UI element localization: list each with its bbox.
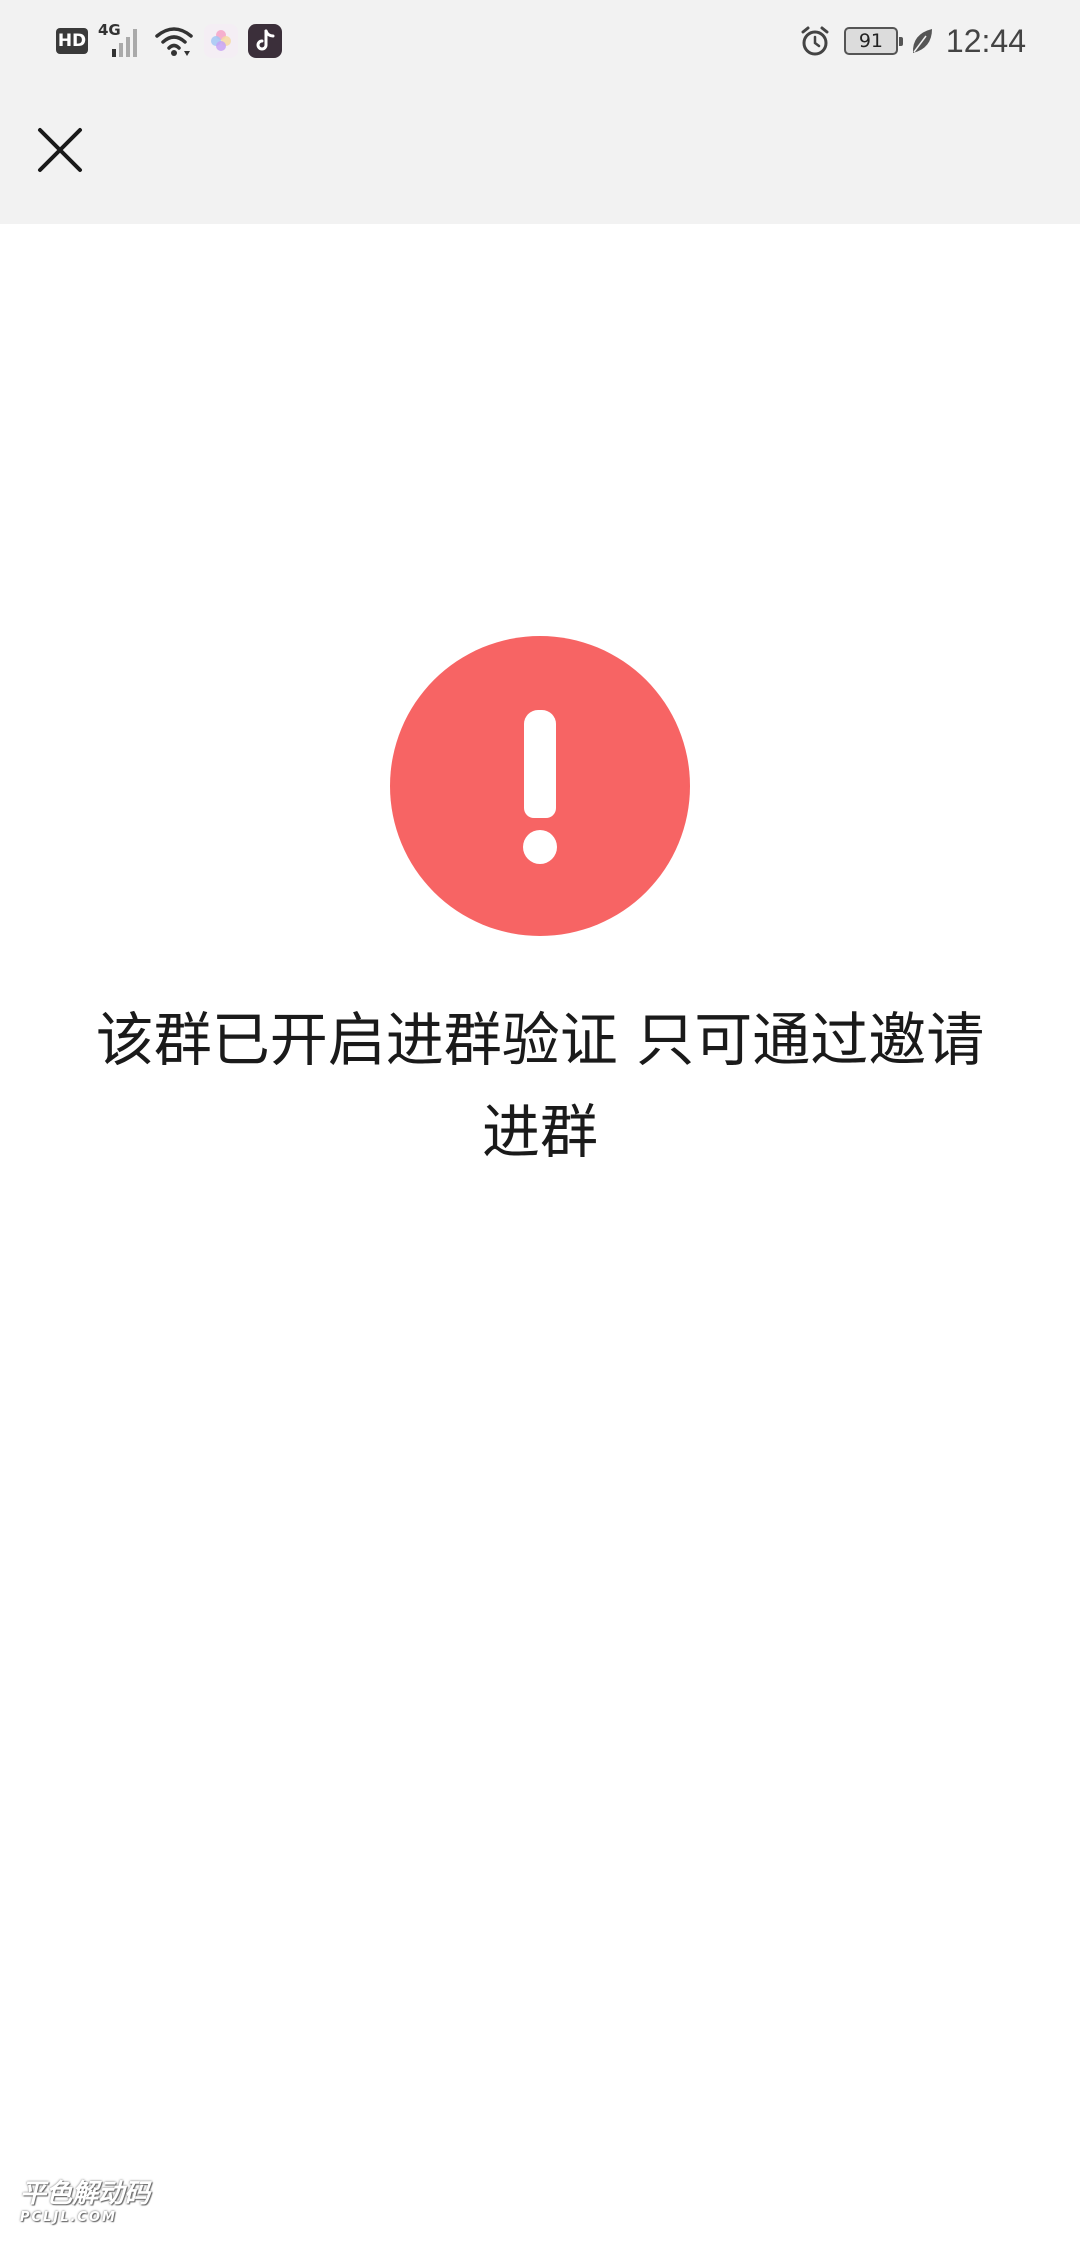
watermark-sub: PCLJL.COM [20,2210,117,2225]
close-button[interactable] [30,120,90,180]
leaf-icon [910,26,934,56]
wifi-icon [154,23,194,59]
status-bar: HD 4G 91 12:44 [0,0,1080,82]
header-bar [0,82,1080,224]
gallery-app-icon [204,24,238,58]
error-message: 该群已开启进群验证 只可通过邀请进群 [95,1006,985,1166]
exclamation-bar [524,710,556,818]
watermark-logo: 平色解动码 PCLJL.COM [20,2179,151,2230]
clock: 12:44 [945,22,1026,59]
battery-level: 91 [858,30,884,52]
watermark-text: 平色解动码 [20,2179,151,2209]
battery-icon: 91 [843,27,903,55]
alarm-icon [798,24,832,58]
status-left: HD 4G [56,18,282,64]
signal-icon: 4G [98,21,144,59]
hd-icon: HD [56,28,88,54]
main-content: 该群已开启进群验证 只可通过邀请进群 平色解动码 PCLJL.COM [0,224,1080,2244]
warning-icon [390,636,690,936]
tiktok-app-icon [248,24,282,58]
exclamation-dot [523,830,557,864]
status-right: 91 12:44 [798,18,1026,64]
close-icon [38,128,82,172]
